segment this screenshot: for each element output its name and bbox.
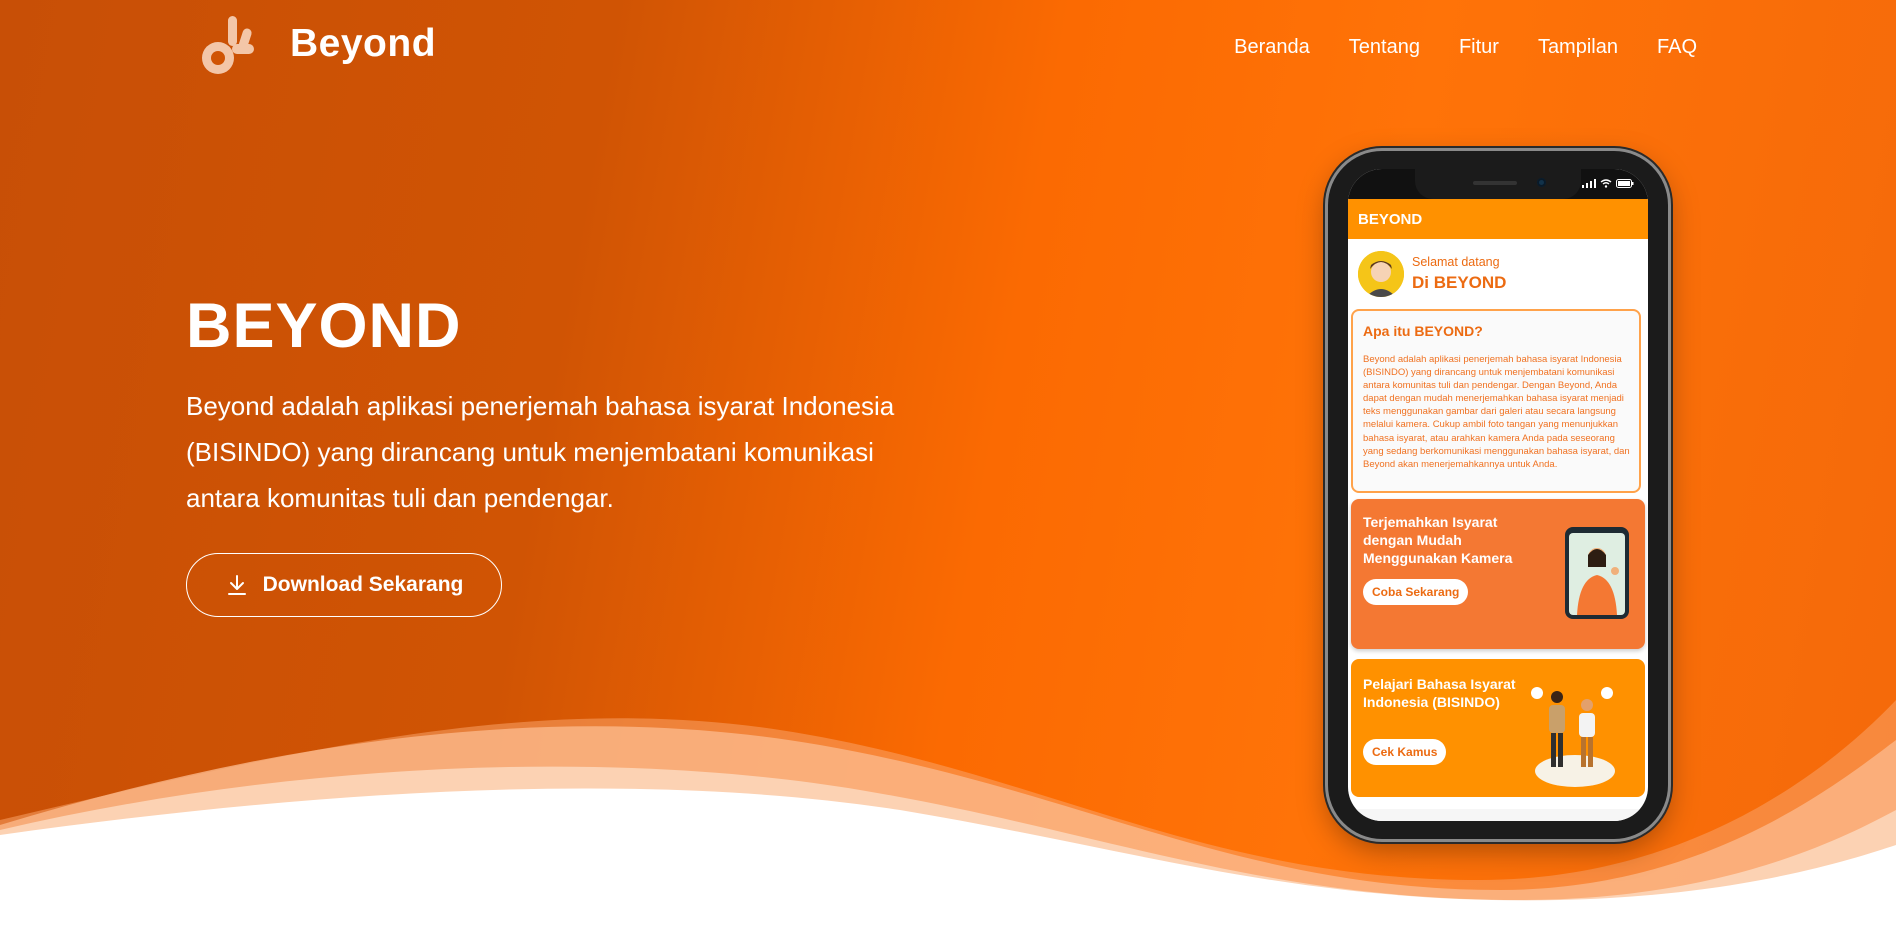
phone-illustration-icon: [1565, 527, 1629, 619]
people-signing-illustration-icon: [1531, 687, 1615, 787]
nav-item-fitur[interactable]: Fitur: [1459, 36, 1499, 59]
phone-screen: BEYOND Selamat datang Di BEYOND Apa itu …: [1348, 169, 1648, 821]
nav-item-beranda[interactable]: Beranda: [1234, 36, 1310, 59]
nav-item-tampilan[interactable]: Tampilan: [1538, 36, 1618, 59]
camera-card-title: Terjemahkan Isyarat dengan Mudah Menggun…: [1363, 514, 1513, 566]
signal-icon: [1582, 179, 1596, 188]
hero-section: Beyond Beranda Tentang Fitur Tampilan FA…: [0, 0, 1896, 930]
ok-hand-logo-icon[interactable]: [198, 14, 260, 78]
status-icons: [1582, 179, 1634, 188]
about-card-title: Apa itu BEYOND?: [1363, 323, 1483, 339]
speaker-grille: [1473, 181, 1517, 185]
hero-title: BEYOND: [186, 291, 462, 361]
hero-description: Beyond adalah aplikasi penerjemah bahasa…: [186, 391, 895, 513]
check-dictionary-button[interactable]: Cek Kamus: [1363, 739, 1447, 765]
dictionary-card-title: Pelajari Bahasa Isyarat Indonesia (BISIN…: [1363, 676, 1516, 710]
battery-icon: [1616, 179, 1634, 188]
phone-notch: [1415, 169, 1581, 199]
front-camera-icon: [1537, 178, 1546, 187]
download-button[interactable]: Download Sekarang: [186, 553, 502, 617]
main-nav: Beranda Tentang Fitur Tampilan FAQ: [1195, 36, 1697, 59]
user-avatar-icon: [1358, 251, 1404, 297]
wifi-icon: [1600, 179, 1612, 188]
try-now-button[interactable]: Coba Sekarang: [1363, 579, 1469, 605]
camera-feature-card[interactable]: Terjemahkan Isyarat dengan Mudah Menggun…: [1351, 499, 1645, 649]
nav-item-faq[interactable]: FAQ: [1657, 36, 1697, 59]
about-card-text: Beyond adalah aplikasi penerjemah bahasa…: [1363, 354, 1630, 470]
welcome-big-text: Di BEYOND: [1412, 273, 1507, 292]
navbar: Beyond Beranda Tentang Fitur Tampilan FA…: [0, 0, 1896, 96]
download-icon: [227, 575, 246, 595]
app-bar-title: BEYOND: [1358, 211, 1423, 228]
download-button-label: Download Sekarang: [262, 573, 464, 596]
about-card: Apa itu BEYOND? Beyond adalah aplikasi p…: [1351, 309, 1641, 493]
brand-name[interactable]: Beyond: [290, 22, 436, 66]
bottom-nav-strip: [1348, 809, 1648, 821]
welcome-block: Selamat datang Di BEYOND: [1358, 251, 1638, 301]
dictionary-card[interactable]: Pelajari Bahasa Isyarat Indonesia (BISIN…: [1351, 659, 1645, 797]
nav-item-tentang[interactable]: Tentang: [1349, 36, 1420, 59]
phone-mockup: BEYOND Selamat datang Di BEYOND Apa itu …: [1328, 151, 1668, 839]
avatar[interactable]: [1358, 251, 1404, 297]
welcome-small-text: Selamat datang: [1412, 255, 1500, 269]
app-bar: BEYOND: [1348, 199, 1648, 239]
